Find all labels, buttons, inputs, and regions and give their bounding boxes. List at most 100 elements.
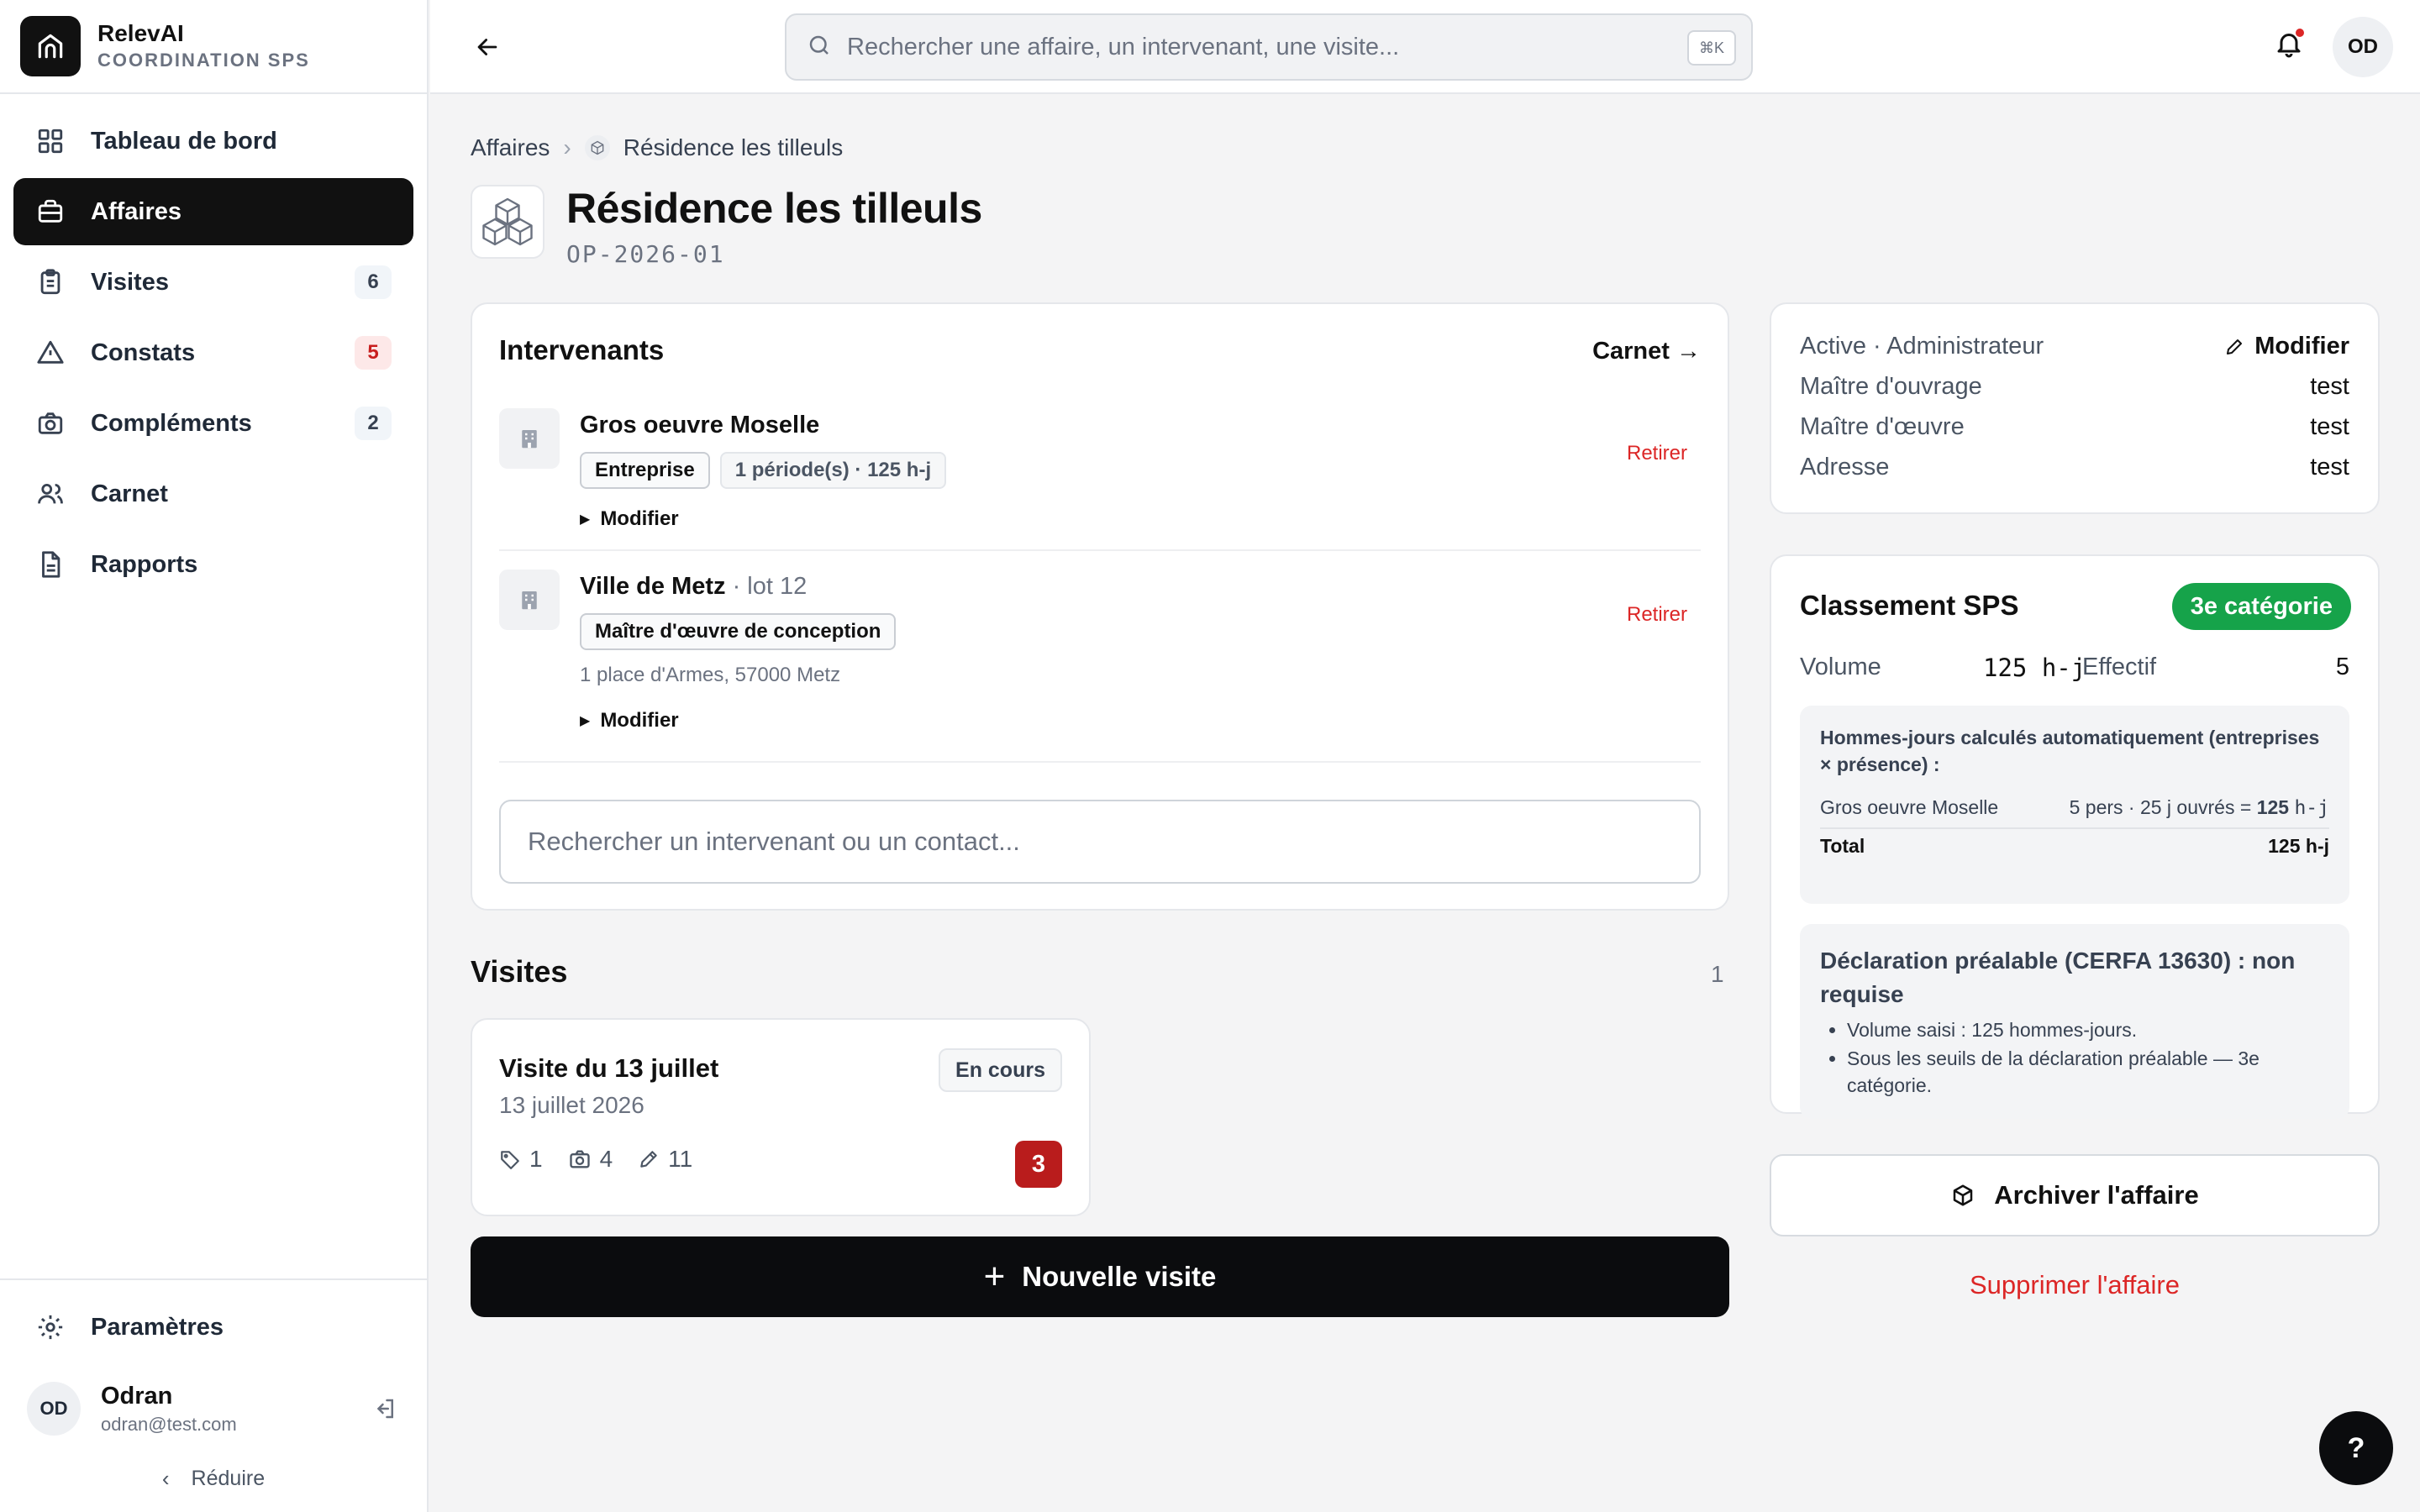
tag-icon [501, 1151, 519, 1169]
breadcrumb-affaires[interactable]: Affaires [471, 134, 550, 161]
list-item: Sous les seuils de la déclaration préala… [1847, 1045, 2329, 1099]
sidebar-item-affaires[interactable]: Affaires [13, 178, 413, 245]
sidebar-item-visites[interactable]: Visites 6 [13, 249, 413, 316]
effectif-value: 5 [2335, 654, 2349, 680]
notification-dot [2294, 27, 2306, 39]
sps-title: Classement SPS [1800, 590, 2019, 621]
info-value: test [2310, 413, 2349, 440]
sidebar-item-label: Carnet [91, 480, 168, 507]
sidebar-item-label: Compléments [91, 409, 252, 437]
intervenants-card: Intervenants Carnet → Gros oeuvre Mosell… [471, 302, 1729, 911]
intervenant-name[interactable]: Gros oeuvre Moselle [580, 412, 819, 439]
declaration-list: Volume saisi : 125 hommes-jours. Sous le… [1847, 1016, 2329, 1100]
modify-button[interactable]: Modifier [2224, 333, 2349, 360]
intervenant-search-input[interactable]: Rechercher un intervenant ou un contact.… [499, 800, 1701, 884]
pencil-icon [640, 1151, 657, 1168]
building-icon [499, 570, 560, 630]
new-visit-button[interactable]: + Nouvelle visite [471, 1236, 1729, 1317]
global-search-input[interactable]: Rechercher une affaire, un intervenant, … [785, 13, 1753, 81]
category-badge: 3e catégorie [2171, 583, 2351, 630]
gear-icon [35, 1312, 66, 1342]
archive-label: Archiver l'affaire [1994, 1180, 2199, 1210]
intervenant-address: 1 place d'Armes, 57000 Metz [580, 664, 841, 686]
lot-label: · lot 12 [732, 573, 808, 600]
box-icon [1954, 1184, 1973, 1206]
logout-icon[interactable] [368, 1392, 402, 1425]
affaire-info-card: Active · Administrateur Modifier Maître … [1770, 302, 2380, 514]
tags-count: 1 [529, 1146, 543, 1172]
project-mini-icon [584, 135, 610, 160]
carnet-link[interactable]: Carnet → [1592, 338, 1701, 365]
clipboard-icon [35, 267, 66, 297]
sidebar-item-label: Affaires [91, 197, 182, 225]
briefcase-icon [35, 197, 66, 227]
bell-icon[interactable] [2274, 27, 2307, 62]
modify-toggle[interactable]: ▶ Modifier [580, 709, 679, 732]
count-badge: 6 [355, 265, 392, 299]
sidebar-item-constats[interactable]: Constats 5 [13, 319, 413, 386]
sidebar: RelevAI COORDINATION SPS Tableau de bord… [0, 0, 429, 1512]
help-button[interactable]: ? [2319, 1411, 2393, 1485]
user-profile[interactable]: OD Odran odran@test.com [0, 1361, 427, 1445]
plus-icon: + [983, 1256, 1006, 1297]
declaration-title: Déclaration préalable (CERFA 13630) : no… [1820, 948, 2296, 1007]
search-icon [807, 33, 832, 62]
chevron-left-icon: ‹ [161, 1465, 170, 1491]
period-tag: 1 période(s) · 125 h-j [719, 452, 947, 489]
brand-logo-icon [20, 16, 81, 76]
info-key: Maître d'ouvrage [1800, 373, 1982, 400]
shortcut-hint: ⌘K [1686, 30, 1736, 66]
remove-button[interactable]: Retirer [1627, 603, 1687, 627]
sidebar-item-label: Constats [91, 339, 196, 366]
intervenant-row: Gros oeuvre Moselle Entreprise 1 période… [499, 408, 1701, 551]
declaration-box: Déclaration préalable (CERFA 13630) : no… [1800, 924, 2349, 1119]
delete-button[interactable]: Supprimer l'affaire [1770, 1270, 2380, 1300]
brand[interactable]: RelevAI COORDINATION SPS [0, 0, 427, 94]
triangle-right-icon: ▶ [580, 714, 591, 728]
back-arrow-icon[interactable] [471, 30, 504, 64]
volume-label: Volume [1800, 654, 1881, 680]
status-badge: En cours [939, 1048, 1062, 1092]
modify-toggle[interactable]: ▶ Modifier [580, 507, 679, 531]
topbar: Rechercher une affaire, un intervenant, … [430, 0, 2420, 94]
project-code: OP-2026-01 [566, 240, 725, 268]
man-days-row: Gros oeuvre Moselle 5 pers · 25 j ouvrés… [1820, 796, 2329, 829]
man-days-box: Hommes-jours calculés automatiquement (e… [1800, 706, 2349, 904]
document-icon [35, 549, 66, 580]
sps-metrics: Volume 125 h-j Effectif 5 [1800, 654, 2349, 687]
classement-sps-card: Classement SPS 3e catégorie Volume 125 h… [1770, 554, 2380, 1119]
brand-subtitle: COORDINATION SPS [97, 50, 310, 71]
intervenant-name[interactable]: Ville de Metz · lot 12 [580, 573, 807, 601]
sidebar-item-carnet[interactable]: Carnet [13, 460, 413, 528]
collapse-label: Réduire [191, 1466, 266, 1490]
pencil-icon [2227, 339, 2243, 354]
role-tag: Entreprise [580, 452, 710, 489]
status-text: Active · Administrateur [1800, 333, 2044, 360]
sidebar-item-label: Visites [91, 268, 169, 296]
intervenant-row: Ville de Metz · lot 12 Maître d'œuvre de… [499, 570, 1701, 763]
sidebar-item-complements[interactable]: Compléments 2 [13, 390, 413, 457]
sidebar-footer: Paramètres OD Odran odran@test.com ‹ Réd… [0, 1278, 427, 1512]
sidebar-item-rapports[interactable]: Rapports [13, 531, 413, 598]
count-badge: 2 [355, 407, 392, 440]
remove-button[interactable]: Retirer [1627, 442, 1687, 465]
sidebar-item-label: Rapports [91, 550, 198, 578]
user-name: Odran [101, 1382, 173, 1410]
man-days-heading: Hommes-jours calculés automatiquement (e… [1820, 727, 2320, 775]
visit-card[interactable]: Visite du 13 juillet 13 juillet 2026 En … [471, 1018, 1091, 1216]
archive-button[interactable]: Archiver l'affaire [1770, 1154, 2380, 1236]
alerts-count-badge: 3 [1015, 1141, 1062, 1188]
chevron-right-icon: › [563, 134, 571, 160]
info-value: test [2310, 454, 2349, 480]
intervenants-title: Intervenants [499, 334, 665, 365]
new-visit-label: Nouvelle visite [1022, 1261, 1217, 1292]
collapse-sidebar-button[interactable]: ‹ Réduire [0, 1445, 427, 1512]
sidebar-item-tableau-de-bord[interactable]: Tableau de bord [13, 108, 413, 175]
breadcrumb: Affaires › Résidence les tilleuls [471, 134, 843, 161]
camera-icon [569, 1150, 590, 1168]
avatar[interactable]: OD [2333, 17, 2393, 77]
list-item: Volume saisi : 125 hommes-jours. [1847, 1016, 2329, 1043]
visites-title: Visites [471, 954, 568, 989]
sidebar-item-parametres[interactable]: Paramètres [13, 1294, 413, 1361]
warning-icon [35, 338, 66, 368]
